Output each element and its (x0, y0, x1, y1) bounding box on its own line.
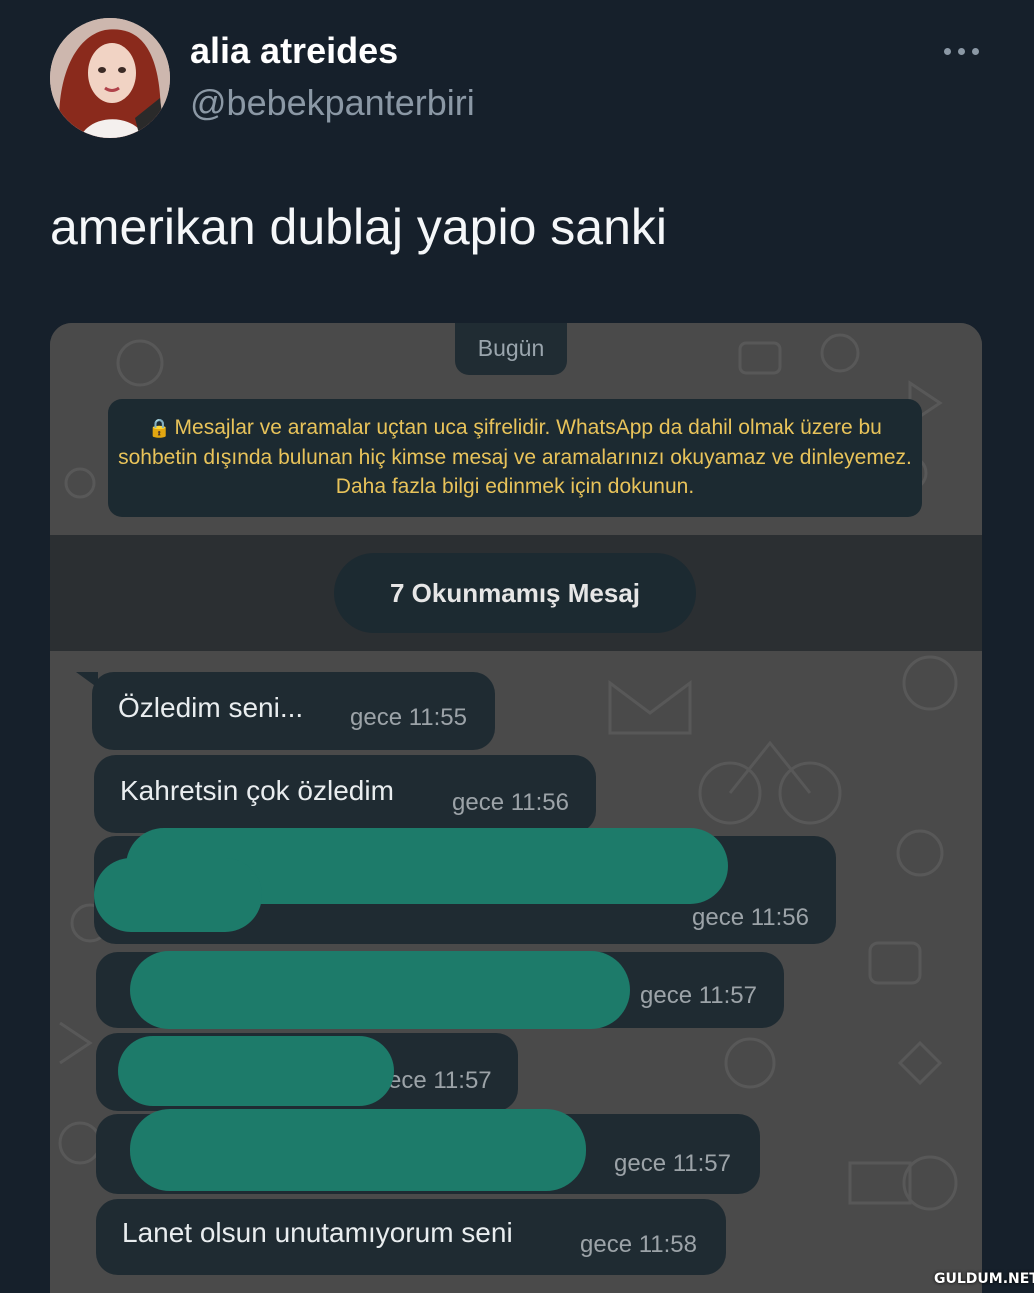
message-text: Özledim seni... (118, 692, 304, 723)
message-time: gece 11:56 (692, 904, 809, 931)
unread-count-label: 7 Okunmamış Mesaj (334, 553, 696, 633)
encryption-notice-text: Mesajlar ve aramalar uçtan uca şifrelidi… (118, 416, 912, 498)
message-bubble[interactable]: Özledim seni... gece 11:55 (92, 672, 495, 750)
message-text: Lanet olsun unutamıyorum seni (122, 1217, 513, 1248)
avatar[interactable] (50, 18, 170, 138)
message-time: gece 11:58 (580, 1231, 697, 1258)
lock-icon: 🔒 (148, 418, 171, 438)
user-handle[interactable]: @bebekpanterbiri (190, 82, 475, 124)
redaction-mark (118, 1036, 394, 1106)
tweet-screenshot: alia atreides @bebekpanterbiri amerikan … (0, 0, 1034, 1293)
redaction-mark (94, 858, 262, 932)
ellipsis-icon[interactable] (936, 36, 986, 66)
message-time: gece 11:56 (452, 789, 569, 816)
watermark: GULDUM.NET (934, 1271, 1034, 1287)
tweet-text: amerikan dublaj yapio sanki (50, 199, 668, 255)
unread-separator: 7 Okunmamış Mesaj (50, 535, 982, 651)
encryption-notice[interactable]: 🔒 Mesajlar ve aramalar uçtan uca şifrelid… (108, 399, 922, 517)
message-time: gece 11:57 (640, 982, 757, 1009)
date-separator: Bugün (455, 323, 567, 375)
message-bubble[interactable]: Lanet olsun unutamıyorum seni gece 11:58 (96, 1199, 726, 1275)
message-bubble[interactable]: Kahretsin çok özledim gece 11:56 (94, 755, 596, 833)
display-name[interactable]: alia atreides (190, 30, 398, 72)
chat-screenshot[interactable]: Bugün 🔒 Mesajlar ve aramalar uçtan uca şi… (50, 323, 982, 1293)
message-time: ece 11:57 (388, 1067, 492, 1094)
redaction-mark (130, 951, 630, 1029)
message-time: gece 11:55 (350, 704, 467, 731)
message-text: Kahretsin çok özledim (120, 775, 394, 806)
redaction-mark (130, 1109, 586, 1191)
avatar-photo (50, 18, 170, 138)
message-time: gece 11:57 (614, 1150, 731, 1177)
